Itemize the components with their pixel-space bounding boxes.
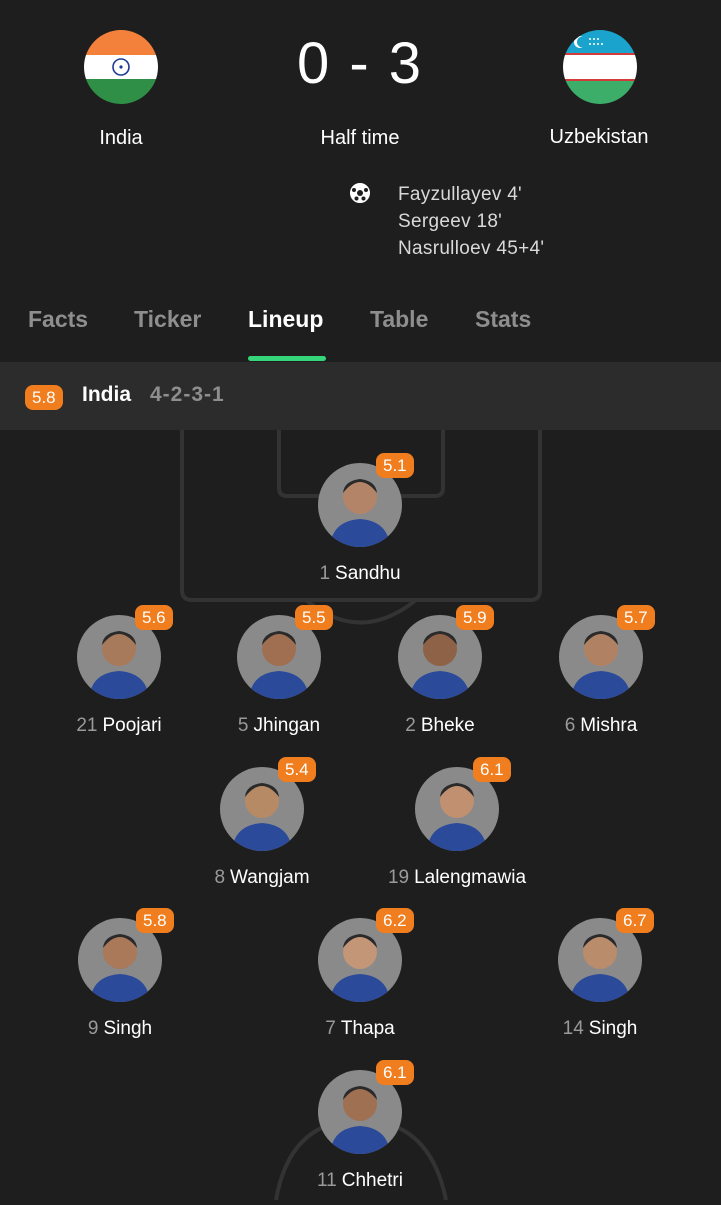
player-name-label: 21 Poojari — [29, 715, 209, 737]
player-number: 6 — [564, 715, 576, 736]
player-number: 11 — [317, 1170, 337, 1191]
soccer-ball-icon — [349, 182, 371, 204]
player-rating-badge: 5.1 — [376, 453, 414, 478]
player-card[interactable]: 5.9 2 Bheke — [350, 605, 530, 745]
player-number: 14 — [562, 1018, 584, 1039]
player-name-label: 9 Singh — [30, 1018, 210, 1040]
player-card[interactable]: 6.7 14 Singh — [510, 908, 690, 1048]
player-card[interactable]: 6.2 7 Thapa — [270, 908, 450, 1048]
tab-ticker[interactable]: Ticker — [134, 306, 201, 333]
player-card[interactable]: 5.5 5 Jhingan — [189, 605, 369, 745]
player-rating-badge: 5.8 — [136, 908, 174, 933]
player-name-label: 7 Thapa — [270, 1018, 450, 1040]
player-number: 1 — [319, 563, 331, 584]
uzbekistan-flag-icon[interactable] — [563, 30, 637, 104]
player-name: Mishra — [580, 715, 638, 736]
player-rating-badge: 6.1 — [376, 1060, 414, 1085]
player-card[interactable]: 6.1 19 Lalengmawia — [367, 757, 547, 897]
lineup-formation: 4-2-3-1 — [150, 383, 225, 406]
lineup-team-name: India — [82, 383, 132, 406]
goal-scorer: Nasrulloev 45+4' — [398, 238, 545, 259]
player-number: 5 — [237, 715, 249, 736]
player-card[interactable]: 6.1 11 Chhetri — [270, 1060, 450, 1200]
player-name-label: 14 Singh — [510, 1018, 690, 1040]
player-name-label: 8 Wangjam — [172, 867, 352, 889]
home-team-name[interactable]: India — [21, 127, 221, 150]
player-card[interactable]: 5.4 8 Wangjam — [172, 757, 352, 897]
player-name: Singh — [588, 1018, 638, 1039]
player-number: 2 — [405, 715, 416, 736]
player-name: Thapa — [340, 1018, 395, 1039]
tab-facts[interactable]: Facts — [28, 306, 88, 333]
player-number: 7 — [325, 1018, 336, 1039]
goal-scorer: Fayzullayev 4' — [398, 184, 522, 205]
away-team-name[interactable]: Uzbekistan — [499, 126, 699, 149]
tab-table[interactable]: Table — [370, 306, 428, 333]
player-name: Lalengmawia — [414, 867, 527, 888]
player-name: Jhingan — [253, 715, 321, 736]
player-rating-badge: 6.7 — [616, 908, 654, 933]
match-score: 0 - 3 — [296, 31, 424, 96]
player-card[interactable]: 5.1 1 Sandhu — [270, 453, 450, 593]
player-name: Chhetri — [341, 1170, 403, 1191]
player-name: Wangjam — [230, 867, 310, 888]
india-flag-icon[interactable] — [84, 30, 158, 104]
goal-scorer: Sergeev 18' — [398, 211, 503, 232]
team-rating-badge: 5.8 — [25, 385, 63, 410]
player-name: Singh — [103, 1018, 153, 1039]
player-name-label: 2 Bheke — [350, 715, 530, 737]
player-rating-badge: 6.1 — [473, 757, 511, 782]
player-card[interactable]: 5.7 6 Mishra — [511, 605, 691, 745]
player-rating-badge: 5.4 — [278, 757, 316, 782]
player-number: 9 — [87, 1018, 99, 1039]
player-name-label: 6 Mishra — [511, 715, 691, 737]
player-rating-badge: 5.5 — [295, 605, 333, 630]
tab-stats[interactable]: Stats — [475, 306, 531, 333]
player-rating-badge: 5.6 — [135, 605, 173, 630]
player-name-label: 1 Sandhu — [270, 563, 450, 585]
player-number: 19 — [387, 867, 410, 888]
player-rating-badge: 5.9 — [456, 605, 494, 630]
active-tab-indicator — [248, 356, 326, 361]
player-rating-badge: 5.7 — [617, 605, 655, 630]
player-number: 21 — [76, 715, 98, 736]
player-number: 8 — [214, 867, 226, 888]
player-rating-badge: 6.2 — [376, 908, 414, 933]
player-name: Sandhu — [335, 563, 401, 584]
tab-lineup[interactable]: Lineup — [248, 306, 323, 333]
player-name: Bheke — [420, 715, 475, 736]
player-card[interactable]: 5.6 21 Poojari — [29, 605, 209, 745]
player-name: Poojari — [102, 715, 162, 736]
player-name-label: 11 Chhetri — [270, 1170, 450, 1192]
player-name-label: 5 Jhingan — [189, 715, 369, 737]
player-card[interactable]: 5.8 9 Singh — [30, 908, 210, 1048]
match-status: Half time — [320, 127, 400, 149]
player-name-label: 19 Lalengmawia — [367, 867, 547, 889]
